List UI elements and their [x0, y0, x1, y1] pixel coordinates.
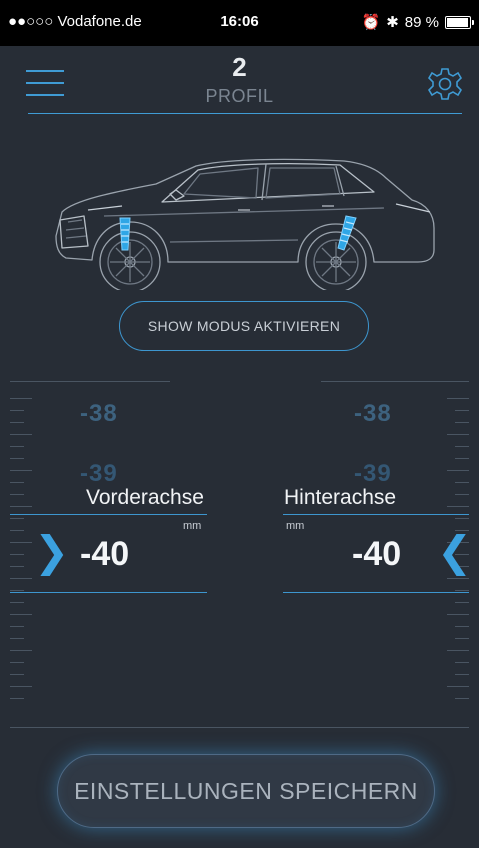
left-top-divider [10, 381, 170, 382]
front-axle-top-line [10, 514, 207, 515]
rear-scale-value: -38 [354, 400, 392, 427]
chevron-right-icon[interactable]: ❯ [34, 531, 69, 573]
profile-label: PROFIL [205, 86, 274, 106]
right-top-divider [321, 381, 469, 382]
profile-number: 2 [232, 52, 247, 82]
front-axle-value: -40 [80, 535, 130, 573]
car-illustration [55, 158, 435, 290]
rear-axle-unit: mm [286, 520, 305, 532]
rear-axle-bottom-line [283, 592, 469, 593]
front-axle-unit: mm [183, 520, 202, 532]
show-mode-button[interactable]: SHOW MODUS AKTIVIEREN [119, 301, 369, 351]
status-right: ⏰ ✱ 89 % [361, 13, 474, 31]
battery-percent: 89 % [404, 13, 439, 31]
front-axle-scale[interactable] [10, 390, 34, 710]
bluetooth-icon: ✱ [386, 14, 399, 31]
battery-icon [445, 15, 474, 29]
save-settings-button[interactable]: EINSTELLUNGEN SPEICHERN [57, 754, 435, 828]
front-axle-bottom-line [10, 592, 207, 593]
alarm-icon: ⏰ [361, 14, 381, 31]
header-divider [28, 113, 462, 114]
front-scale-value: -39 [80, 460, 118, 487]
status-bar: ●●○○○ Vodafone.de 16:06 ⏰ ✱ 89 % [0, 0, 479, 46]
front-scale-value: -38 [80, 400, 118, 427]
rear-scale-value: -39 [354, 460, 392, 487]
rear-axle-label: Hinterachse [284, 486, 397, 509]
bottom-divider [10, 727, 469, 728]
chevron-left-icon[interactable]: ❮ [437, 531, 472, 573]
front-axle-label: Vorderachse [86, 486, 204, 509]
rear-axle-top-line [283, 514, 469, 515]
rear-axle-value: -40 [352, 535, 402, 573]
gear-icon[interactable] [427, 66, 463, 102]
